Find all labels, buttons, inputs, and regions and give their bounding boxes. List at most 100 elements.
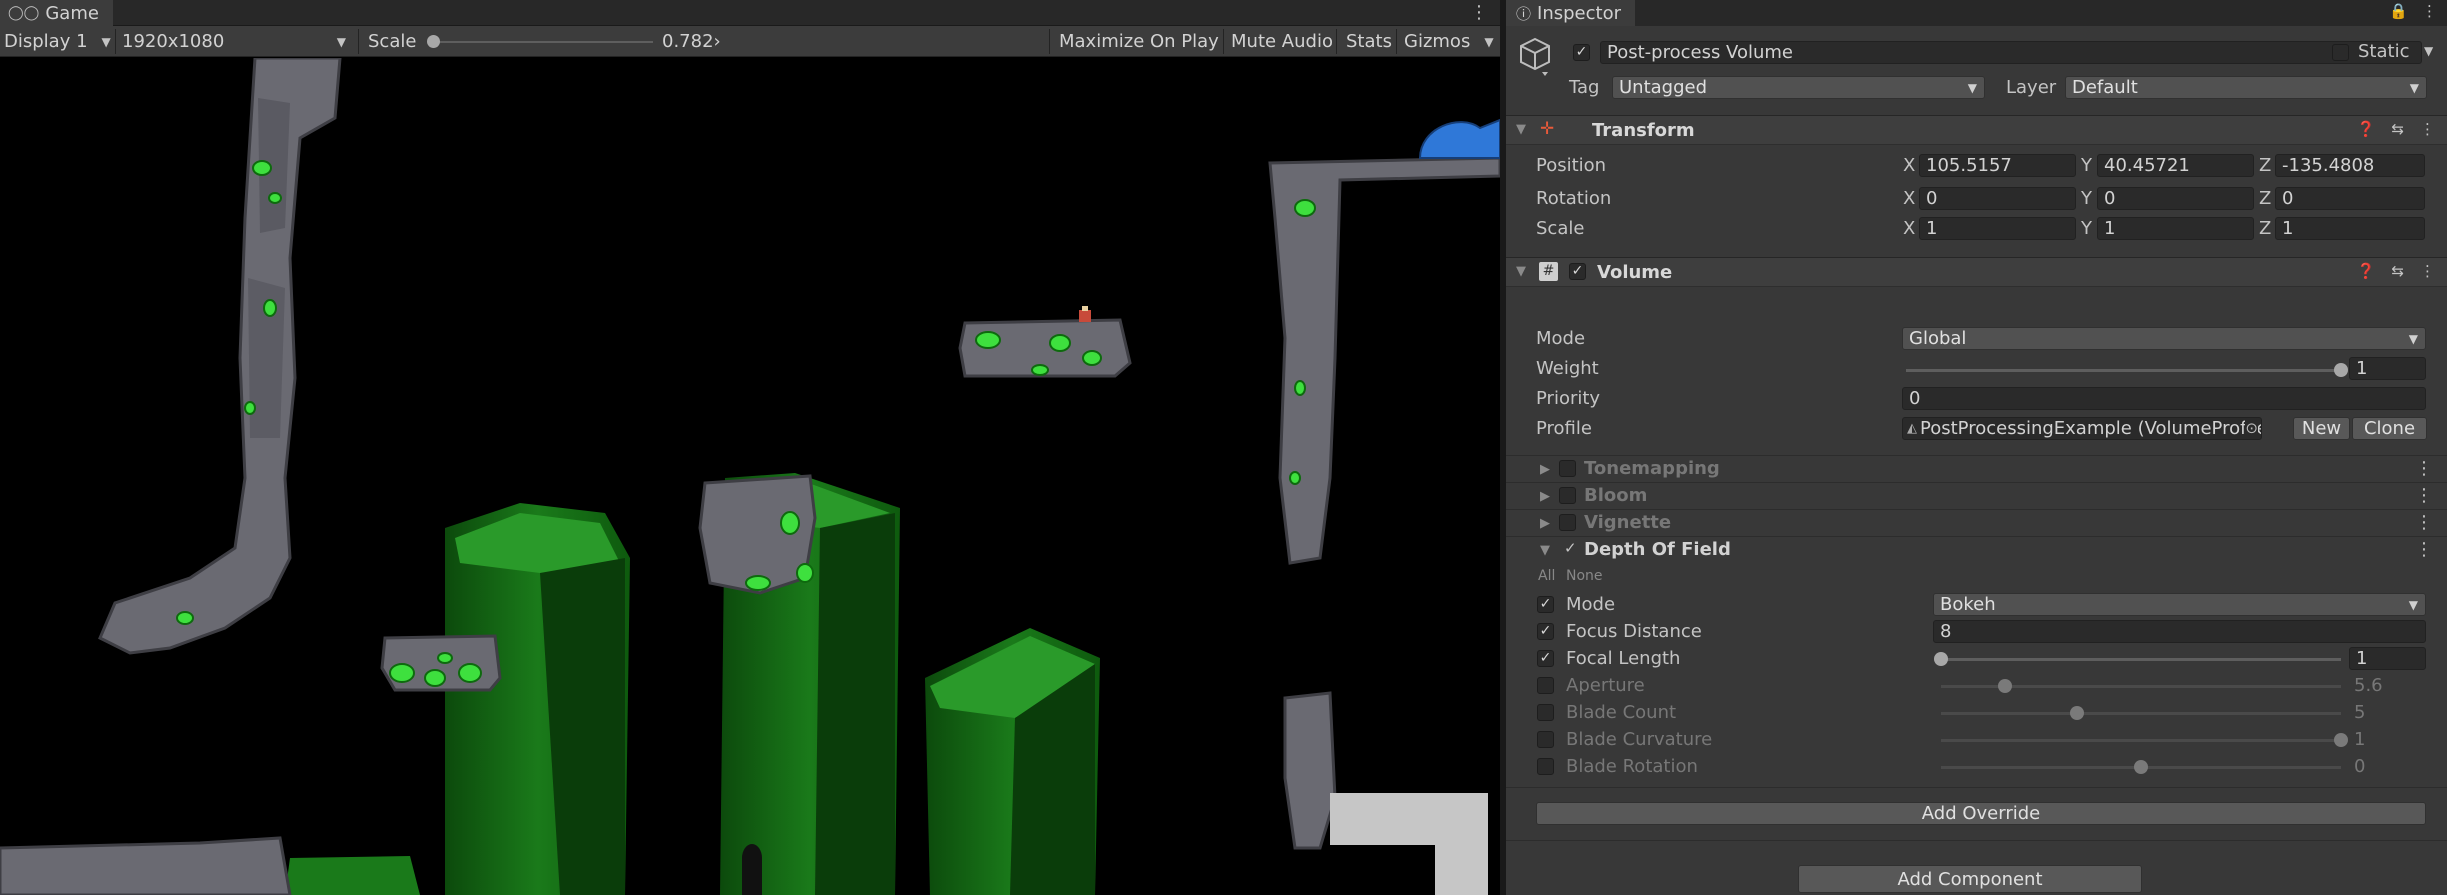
preset-icon[interactable]: ⇆ (2391, 262, 2404, 280)
position-y-field[interactable]: 40.45721 (2097, 154, 2254, 177)
blade-rotation-label: Blade Rotation (1566, 756, 1698, 777)
override-vignette[interactable]: ▶ Vignette ⋮ (1506, 509, 2447, 536)
override-enabled-checkbox[interactable] (1559, 460, 1576, 477)
scale-slider[interactable] (433, 41, 653, 43)
divider (115, 29, 116, 54)
foldout-closed-icon[interactable]: ▶ (1540, 462, 1550, 477)
add-override-button[interactable]: Add Override (1536, 802, 2426, 825)
volume-mode-dropdown[interactable]: Global ▼ (1902, 327, 2426, 350)
blade-rotation-slider-handle[interactable] (2134, 760, 2148, 774)
foldout-open-icon[interactable]: ▼ (1516, 122, 1526, 137)
divider (1223, 29, 1224, 54)
chevron-down-icon[interactable]: ▼ (2424, 44, 2433, 58)
foldout-closed-icon[interactable]: ▶ (1540, 516, 1550, 531)
mute-audio-button[interactable]: Mute Audio (1231, 26, 1333, 57)
kebab-menu-icon[interactable]: ⋮ (2415, 512, 2433, 533)
chevron-down-icon: ▼ (101, 34, 111, 49)
blade-curvature-slider[interactable] (1941, 739, 2341, 742)
override-depth-of-field[interactable]: ▼ ✓ Depth Of Field ⋮ (1506, 536, 2447, 563)
static-label[interactable]: Static (2358, 41, 2409, 62)
override-enabled-checkbox[interactable] (1559, 514, 1576, 531)
display-dropdown[interactable]: Display 1 ▼ (4, 26, 112, 57)
blade-count-override-checkbox[interactable] (1537, 704, 1554, 721)
kebab-menu-icon[interactable]: ⋮ (2415, 539, 2433, 560)
layer-dropdown[interactable]: Default ▼ (2065, 76, 2427, 99)
transform-icon: ✛ (1540, 119, 1555, 139)
tab-inspector[interactable]: ⓘ Inspector (1506, 0, 1635, 26)
kebab-menu-icon[interactable]: ⋮ (2415, 485, 2433, 506)
kebab-menu-icon[interactable]: ⋮ (2415, 458, 2433, 479)
foldout-open-icon[interactable]: ▼ (1540, 543, 1550, 558)
mode-override-checkbox[interactable]: ✓ (1537, 596, 1554, 613)
rotation-y-field[interactable]: 0 (2097, 187, 2254, 210)
weight-slider-handle[interactable] (2334, 363, 2348, 377)
none-toggle[interactable]: None (1566, 568, 1603, 584)
game-viewport[interactable] (0, 58, 1500, 895)
blade-curvature-slider-handle[interactable] (2334, 733, 2348, 747)
profile-field[interactable]: ◭ PostProcessingExample (VolumeProfile ⊙ (1902, 417, 2262, 440)
player-character (1079, 306, 1091, 322)
override-name: Vignette (1584, 512, 1672, 533)
override-bloom[interactable]: ▶ Bloom ⋮ (1506, 482, 2447, 509)
scale-y-field[interactable]: 1 (2097, 217, 2254, 240)
maximize-on-play-button[interactable]: Maximize On Play (1059, 26, 1219, 57)
checkmark-icon[interactable]: ✓ (1564, 539, 1577, 557)
component-icons: ❓ ⇆ ⋮ (2357, 120, 2435, 138)
gizmos-button[interactable]: Gizmos ▼ (1404, 26, 1494, 57)
resolution-dropdown[interactable]: 1920x1080 ▼ (122, 26, 354, 57)
position-z-field[interactable]: -135.4808 (2275, 154, 2425, 177)
kebab-menu-icon[interactable]: ⋮ (2420, 120, 2435, 138)
focal-length-slider[interactable] (1941, 658, 2341, 661)
position-x-field[interactable]: 105.5157 (1919, 154, 2076, 177)
kebab-menu-icon[interactable]: ⋮ (1470, 2, 1488, 23)
blade-rotation-override-checkbox[interactable] (1537, 758, 1554, 775)
weight-value: 1 (2356, 358, 2368, 379)
rotation-z-field[interactable]: 0 (2275, 187, 2425, 210)
lock-icon[interactable]: 🔒 (2389, 2, 2408, 20)
rotation-label: Rotation (1536, 188, 1612, 209)
weight-slider[interactable] (1906, 369, 2341, 372)
override-tonemapping[interactable]: ▶ Tonemapping ⋮ (1506, 455, 2447, 482)
new-profile-button[interactable]: New (2293, 417, 2350, 440)
foldout-open-icon[interactable]: ▼ (1516, 264, 1526, 279)
aperture-override-checkbox[interactable] (1537, 677, 1554, 694)
kebab-menu-icon[interactable]: ⋮ (2422, 2, 2437, 20)
mode-label: Mode (1536, 328, 1586, 349)
kebab-menu-icon[interactable]: ⋮ (2420, 262, 2435, 280)
override-enabled-checkbox[interactable] (1559, 487, 1576, 504)
transform-header[interactable]: ▼ ✛ Transform ❓ ⇆ ⋮ (1506, 115, 2447, 145)
dof-mode-dropdown[interactable]: Bokeh ▼ (1933, 593, 2426, 616)
focus-distance-field[interactable]: 8 (1933, 620, 2426, 643)
aperture-slider-handle[interactable] (1998, 679, 2012, 693)
blade-count-slider-handle[interactable] (2070, 706, 2084, 720)
focal-length-field[interactable]: 1 (2349, 647, 2426, 670)
object-picker-icon[interactable]: ⊙ (2245, 419, 2258, 437)
rotation-x-field[interactable]: 0 (1919, 187, 2076, 210)
weight-label: Weight (1536, 358, 1599, 379)
tag-dropdown[interactable]: Untagged ▼ (1612, 76, 1985, 99)
foldout-closed-icon[interactable]: ▶ (1540, 489, 1550, 504)
scale-slider-handle[interactable] (427, 35, 440, 48)
static-checkbox[interactable] (2332, 44, 2349, 61)
blade-curvature-override-checkbox[interactable] (1537, 731, 1554, 748)
preset-icon[interactable]: ⇆ (2391, 120, 2404, 138)
scale-x-field[interactable]: 1 (1919, 217, 2076, 240)
scale-z-field[interactable]: 1 (2275, 217, 2425, 240)
volume-enabled-checkbox[interactable]: ✓ (1569, 263, 1586, 280)
help-icon[interactable]: ❓ (2357, 120, 2376, 138)
all-toggle[interactable]: All (1538, 568, 1555, 584)
priority-field[interactable]: 0 (1902, 387, 2426, 410)
active-checkbox[interactable]: ✓ (1573, 44, 1590, 61)
tab-game[interactable]: ◯◯ Game (0, 0, 113, 26)
object-name-field[interactable]: Post-process Volume (1600, 41, 2422, 64)
blade-count-slider[interactable] (1941, 712, 2341, 715)
add-component-button[interactable]: Add Component (1798, 865, 2142, 893)
clone-profile-button[interactable]: Clone (2352, 417, 2427, 440)
focal-length-slider-handle[interactable] (1934, 652, 1948, 666)
focal-length-override-checkbox[interactable]: ✓ (1537, 650, 1554, 667)
help-icon[interactable]: ❓ (2357, 262, 2376, 280)
volume-header[interactable]: ▼ # ✓ Volume ❓ ⇆ ⋮ (1506, 257, 2447, 287)
focus-distance-override-checkbox[interactable]: ✓ (1537, 623, 1554, 640)
weight-field[interactable]: 1 (2349, 357, 2426, 380)
stats-button[interactable]: Stats (1346, 26, 1392, 57)
